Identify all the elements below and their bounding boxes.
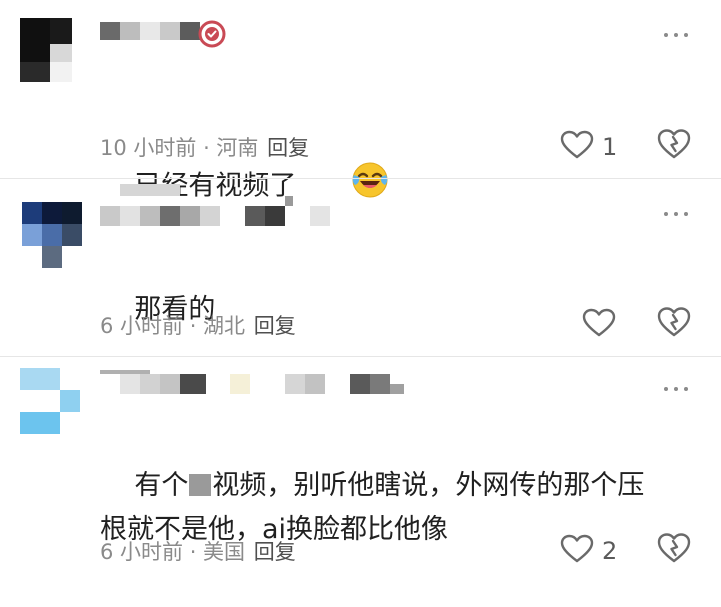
like-button[interactable]: 1 — [560, 130, 617, 164]
avatar[interactable] — [22, 202, 82, 268]
heart-icon — [582, 308, 616, 342]
username-redacted[interactable] — [100, 184, 330, 226]
comment-item: 有个 视频，别听他瞎说，外网传的那个压 根就不是他，ai换脸都比他像 6 小时前 … — [0, 358, 721, 607]
verified-badge-icon — [198, 20, 226, 52]
timestamp-location: 6 小时前 · 湖北 — [100, 314, 246, 338]
heart-icon — [560, 130, 594, 164]
dislike-icon[interactable] — [657, 532, 691, 568]
divider — [0, 356, 721, 357]
like-count: 1 — [602, 133, 618, 161]
comment-text: 有个 视频，别听他瞎说，外网传的那个压 根就不是他，ai换脸都比他像 — [100, 420, 690, 596]
more-icon[interactable] — [664, 30, 688, 40]
more-icon[interactable] — [664, 384, 688, 394]
like-count: 2 — [602, 537, 618, 565]
comment-meta: 6 小时前 · 美国 回复 — [100, 536, 296, 566]
reply-button[interactable]: 回复 — [267, 136, 309, 160]
comment-body-start: 有个 — [134, 470, 189, 501]
comment-item: 那看的 6 小时前 · 湖北 回复 — [0, 180, 721, 350]
like-button[interactable]: 2 — [560, 534, 617, 568]
dislike-icon[interactable] — [657, 128, 691, 164]
comment-item: 已经有视频了 10 小时前 · 河南 回复 1 — [0, 0, 721, 202]
avatar[interactable] — [20, 368, 80, 434]
reply-button[interactable]: 回复 — [254, 540, 296, 564]
more-icon[interactable] — [664, 209, 688, 219]
comment-meta: 6 小时前 · 湖北 回复 — [100, 310, 296, 340]
timestamp-location: 10 小时前 · 河南 — [100, 136, 259, 160]
timestamp-location: 6 小时前 · 美国 — [100, 540, 246, 564]
username-redacted[interactable] — [100, 368, 420, 394]
avatar[interactable] — [20, 18, 80, 82]
username-redacted[interactable] — [100, 22, 200, 44]
like-button[interactable] — [582, 308, 616, 342]
divider — [0, 178, 721, 179]
redacted-word — [189, 474, 212, 496]
comment-meta: 10 小时前 · 河南 回复 — [100, 132, 309, 162]
dislike-icon[interactable] — [657, 306, 691, 342]
heart-icon — [560, 534, 594, 568]
reply-button[interactable]: 回复 — [254, 314, 296, 338]
